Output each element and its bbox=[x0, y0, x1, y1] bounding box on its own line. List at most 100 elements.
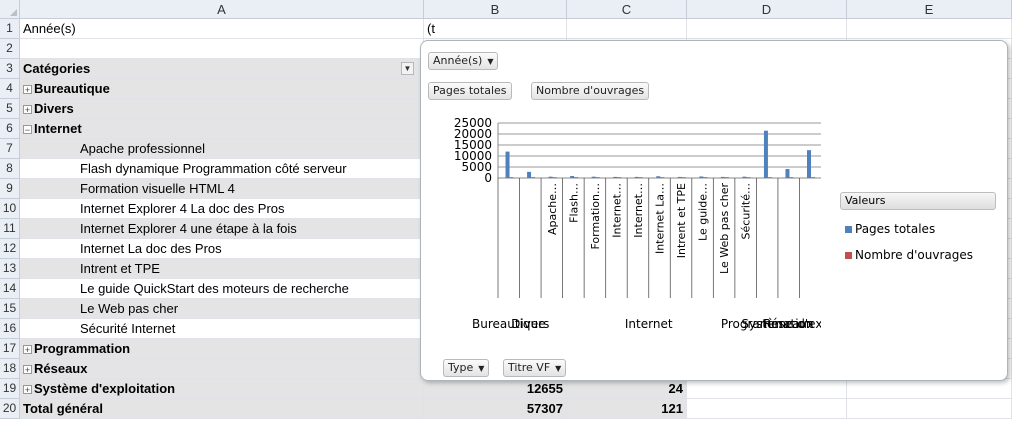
row-number[interactable]: 18 bbox=[0, 359, 20, 379]
category-label: Formation… bbox=[589, 183, 602, 250]
cell-a[interactable]: Internet La doc des Pros bbox=[20, 239, 424, 259]
bar-nombre-ouvrages bbox=[767, 177, 772, 178]
row-number[interactable]: 14 bbox=[0, 279, 20, 299]
expand-icon[interactable]: + bbox=[23, 85, 32, 95]
cell-a[interactable]: Année(s) bbox=[20, 19, 424, 39]
titre-filter-button[interactable]: Titre VF ▼ bbox=[503, 359, 567, 377]
bar-nombre-ouvrages bbox=[552, 177, 557, 178]
row-number[interactable]: 20 bbox=[0, 399, 20, 419]
select-all-corner[interactable] bbox=[0, 0, 20, 19]
cell-a[interactable]: Internet Explorer 4 une étape à la fois bbox=[20, 219, 424, 239]
row-number[interactable]: 11 bbox=[0, 219, 20, 239]
bar-pages-totales bbox=[807, 150, 812, 178]
legend-item-pages-totales: Pages totales bbox=[845, 222, 935, 236]
pages-totales-field-button[interactable]: Pages totales bbox=[428, 82, 512, 100]
category-label: Le Web pas cher bbox=[718, 183, 731, 274]
bar-pages-totales bbox=[570, 176, 575, 178]
column-header-c[interactable]: C bbox=[567, 0, 687, 19]
cell-text: Apache professionnel bbox=[80, 141, 206, 156]
cell-a[interactable]: Le guide QuickStart des moteurs de reche… bbox=[20, 279, 424, 299]
bar-pages-totales bbox=[527, 171, 532, 178]
row-number[interactable]: 9 bbox=[0, 179, 20, 199]
cell-d[interactable] bbox=[687, 19, 847, 39]
row-number[interactable]: 1 bbox=[0, 19, 20, 39]
cell-a[interactable]: + Système d'exploitation bbox=[20, 379, 424, 399]
cell-e[interactable] bbox=[847, 19, 1012, 39]
column-header-b[interactable]: B bbox=[424, 0, 567, 19]
type-filter-button[interactable]: Type ▼ bbox=[443, 359, 490, 377]
cell-a[interactable]: + Bureautique bbox=[20, 79, 424, 99]
row-number[interactable]: 8 bbox=[0, 159, 20, 179]
chart-plot-area: 2500020000150001000050000Apache… Flash… Fo… bbox=[454, 116, 821, 331]
bar-nombre-ouvrages bbox=[509, 177, 514, 178]
cell-a[interactable]: Internet Explorer 4 La doc des Pros bbox=[20, 199, 424, 219]
cell-a[interactable]: Catégories ▼ bbox=[20, 59, 424, 79]
pivot-chart[interactable]: Année(s) ▼ Pages totales Nombre d'ouvrage… bbox=[420, 40, 1008, 381]
row-number[interactable]: 3 bbox=[0, 59, 20, 79]
cell-d[interactable] bbox=[687, 399, 847, 419]
bar-nombre-ouvrages bbox=[595, 177, 600, 178]
expand-icon[interactable]: + bbox=[23, 385, 32, 395]
row-number[interactable]: 15 bbox=[0, 299, 20, 319]
cell-a[interactable]: + Divers bbox=[20, 99, 424, 119]
cell-text: Sécurité Internet bbox=[80, 321, 176, 336]
category-group-label: Internet bbox=[625, 317, 673, 331]
filter-dropdown-icon[interactable]: ▼ bbox=[401, 62, 414, 75]
column-header-e[interactable]: E bbox=[847, 0, 1012, 19]
row-number[interactable]: 4 bbox=[0, 79, 20, 99]
cell-c[interactable] bbox=[567, 19, 687, 39]
cell-text: Le Web pas cher bbox=[80, 301, 179, 316]
cell-a[interactable]: Formation visuelle HTML 4 bbox=[20, 179, 424, 199]
legend-item-nombre-ouvrages: Nombre d'ouvrages bbox=[845, 248, 973, 262]
cell-e[interactable] bbox=[847, 379, 1012, 399]
expand-icon[interactable]: + bbox=[23, 105, 32, 115]
cell-d[interactable] bbox=[687, 379, 847, 399]
cell-a[interactable]: Sécurité Internet bbox=[20, 319, 424, 339]
cell-a[interactable]: Apache professionnel bbox=[20, 139, 424, 159]
cell-a[interactable]: + Programmation bbox=[20, 339, 424, 359]
expand-icon[interactable]: + bbox=[23, 365, 32, 375]
legend-label-pages: Pages totales bbox=[855, 222, 936, 236]
row-number[interactable]: 16 bbox=[0, 319, 20, 339]
cell-b[interactable]: (t bbox=[424, 19, 567, 39]
row-number[interactable]: 12 bbox=[0, 239, 20, 259]
cell-a[interactable]: Flash dynamique Programmation côté serve… bbox=[20, 159, 424, 179]
row-number[interactable]: 2 bbox=[0, 39, 20, 59]
category-label: Intrent et TPE bbox=[675, 183, 688, 258]
cell-text: Divers bbox=[34, 101, 74, 116]
category-label: Internet… bbox=[632, 183, 645, 238]
row-number[interactable]: 7 bbox=[0, 139, 20, 159]
row-number[interactable]: 13 bbox=[0, 259, 20, 279]
row-number[interactable]: 19 bbox=[0, 379, 20, 399]
cell-e[interactable] bbox=[847, 399, 1012, 419]
cell-c[interactable]: 121 bbox=[567, 399, 687, 419]
row-number[interactable]: 10 bbox=[0, 199, 20, 219]
cell-text: Année(s) bbox=[23, 21, 76, 36]
cell-a[interactable]: + Réseaux bbox=[20, 359, 424, 379]
cell-b[interactable]: 12655 bbox=[424, 379, 567, 399]
row-number[interactable]: 6 bbox=[0, 119, 20, 139]
row-number[interactable]: 17 bbox=[0, 339, 20, 359]
legend-title: Valeurs bbox=[840, 192, 996, 210]
cell-text: Internet bbox=[34, 121, 82, 136]
dropdown-arrow-icon: ▼ bbox=[487, 57, 494, 66]
cell-a[interactable]: Le Web pas cher bbox=[20, 299, 424, 319]
cell-c[interactable]: 24 bbox=[567, 379, 687, 399]
expand-icon[interactable]: + bbox=[23, 345, 32, 355]
cell-a[interactable]: Total général bbox=[20, 399, 424, 419]
dropdown-arrow-icon: ▼ bbox=[555, 364, 562, 373]
row-number[interactable]: 5 bbox=[0, 99, 20, 119]
column-header-d[interactable]: D bbox=[687, 0, 847, 19]
cell-b[interactable]: 57307 bbox=[424, 399, 567, 419]
column-header-a[interactable]: A bbox=[20, 0, 424, 19]
collapse-icon[interactable]: − bbox=[23, 125, 32, 135]
cell-a[interactable]: Intrent et TPE bbox=[20, 259, 424, 279]
nombre-ouvrages-field-button[interactable]: Nombre d'ouvrages bbox=[531, 82, 650, 100]
bar-nombre-ouvrages bbox=[617, 177, 622, 178]
annee-filter-button[interactable]: Année(s) ▼ bbox=[428, 52, 499, 70]
bar-pages-totales bbox=[742, 176, 747, 178]
cell-a[interactable]: − Internet bbox=[20, 119, 424, 139]
cell-text: Flash dynamique Programmation côté serve… bbox=[80, 161, 347, 176]
cell-a[interactable] bbox=[20, 39, 424, 59]
category-label: Internet La… bbox=[654, 183, 667, 254]
